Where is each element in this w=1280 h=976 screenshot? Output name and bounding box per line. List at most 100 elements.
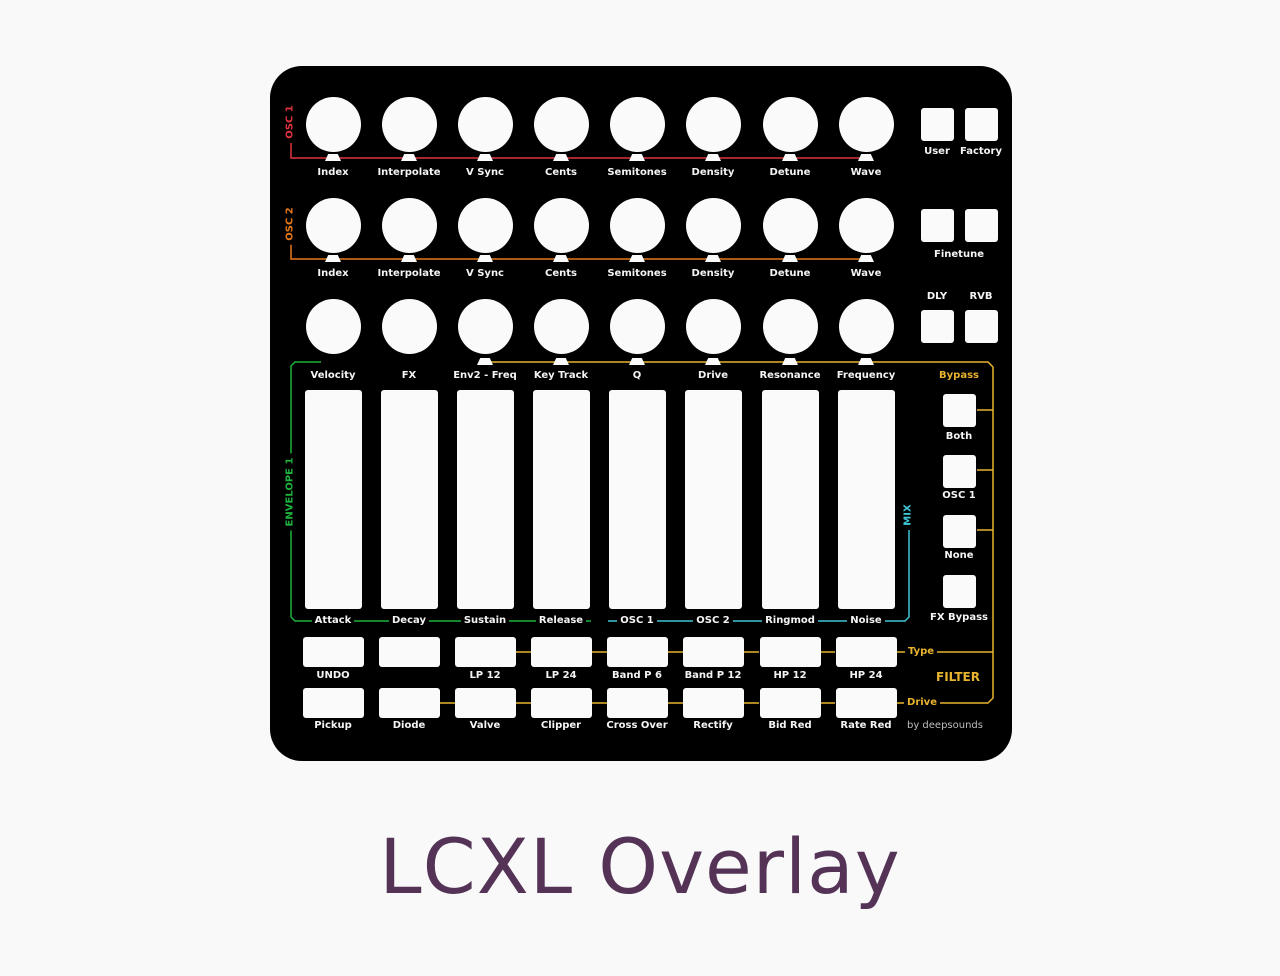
knob-row3-3[interactable] — [533, 298, 589, 354]
fader-1[interactable] — [380, 390, 438, 609]
fader-label-1-text: Decay — [389, 615, 429, 626]
knob-osc1-6[interactable] — [762, 96, 818, 152]
bypass-button-2[interactable] — [943, 515, 976, 548]
button-row2-0[interactable] — [302, 688, 364, 718]
osc1-group-label: OSC 1 — [284, 101, 297, 143]
button-row1-label-0-text: UNDO — [316, 670, 350, 681]
knob-osc1-5[interactable] — [685, 96, 741, 152]
button-row2-label-7-text: Rate Red — [840, 720, 892, 731]
knob-osc1-2[interactable] — [457, 96, 513, 152]
fader-label-2-text: Sustain — [460, 615, 510, 626]
side-button-rvb[interactable] — [964, 310, 998, 343]
knob-osc2-1[interactable] — [381, 197, 437, 253]
knob-label-row3-7: Frequency — [821, 370, 911, 382]
credit-text: by deepsounds — [900, 720, 990, 732]
fader-6[interactable] — [761, 390, 819, 609]
button-row1-6[interactable] — [759, 637, 821, 667]
bypass-button-1[interactable] — [943, 455, 976, 488]
fader-label-7: Noise — [821, 615, 911, 627]
knob-osc2-0[interactable] — [305, 197, 361, 253]
bypass-button-0[interactable] — [943, 394, 976, 427]
knob-label-osc1-5-text: Density — [691, 167, 735, 178]
button-row1-4[interactable] — [606, 637, 668, 667]
button-row2-4[interactable] — [606, 688, 668, 718]
knob-label-osc2-6-text: Detune — [769, 268, 811, 279]
knob-osc1-0[interactable] — [305, 96, 361, 152]
knob-row3-6[interactable] — [762, 298, 818, 354]
fader-7[interactable] — [837, 390, 895, 609]
knob-label-osc2-4-text: Semitones — [607, 268, 667, 279]
button-row2-1[interactable] — [378, 688, 440, 718]
button-row2-3[interactable] — [530, 688, 592, 718]
knob-label-osc1-3-text: Cents — [545, 167, 577, 178]
bypass-heading: Bypass — [914, 370, 1004, 382]
bypass-button-3[interactable] — [943, 575, 976, 608]
filter-drive-label: Drive — [877, 697, 967, 709]
knob-label-osc1-7-text: Wave — [850, 167, 882, 178]
fader-5[interactable] — [684, 390, 742, 609]
fader-4[interactable] — [608, 390, 666, 609]
knob-row3-2[interactable] — [457, 298, 513, 354]
button-row1-1[interactable] — [378, 637, 440, 667]
knob-osc2-6[interactable] — [762, 197, 818, 253]
knob-osc2-5[interactable] — [685, 197, 741, 253]
side-button-factory[interactable] — [964, 108, 998, 141]
side-label-finetune: Finetune — [914, 249, 1004, 261]
bypass-label-0-text: Both — [945, 431, 973, 442]
knob-osc1-3[interactable] — [533, 96, 589, 152]
filter-drive-label-text: Drive — [904, 697, 940, 708]
knob-osc2-4[interactable] — [609, 197, 665, 253]
knob-row3-0[interactable] — [305, 298, 361, 354]
filter-type-label: Type — [876, 646, 966, 658]
button-row1-0[interactable] — [302, 637, 364, 667]
button-row2-label-1-text: Diode — [392, 720, 426, 731]
button-row1-5[interactable] — [682, 637, 744, 667]
side-button-finetune-up[interactable] — [964, 209, 998, 242]
page-title: LCXL Overlay — [379, 822, 901, 911]
fader-2[interactable] — [456, 390, 514, 609]
filter-heading-text: FILTER — [936, 670, 980, 684]
knob-osc1-4[interactable] — [609, 96, 665, 152]
knob-label-osc1-6-text: Detune — [769, 167, 811, 178]
button-row1-2[interactable] — [454, 637, 516, 667]
fader-label-0-text: Attack — [311, 615, 355, 626]
button-row1-3[interactable] — [530, 637, 592, 667]
knob-osc2-3[interactable] — [533, 197, 589, 253]
knob-row3-4[interactable] — [609, 298, 665, 354]
button-row2-6[interactable] — [759, 688, 821, 718]
button-row2-label-3-text: Clipper — [540, 720, 582, 731]
bypass-label-3-text: FX Bypass — [930, 612, 988, 623]
knob-osc1-1[interactable] — [381, 96, 437, 152]
knob-osc1-7[interactable] — [838, 96, 894, 152]
fader-label-4-text: OSC 1 — [617, 615, 657, 626]
knob-label-row3-0-text: Velocity — [310, 370, 356, 381]
knob-label-osc1-4-text: Semitones — [607, 167, 667, 178]
knob-osc2-7[interactable] — [838, 197, 894, 253]
knob-osc2-2[interactable] — [457, 197, 513, 253]
knob-label-osc2-1-text: Interpolate — [377, 268, 441, 279]
knob-label-row3-6-text: Resonance — [759, 370, 821, 381]
button-row2-2[interactable] — [454, 688, 516, 718]
knob-row3-5[interactable] — [685, 298, 741, 354]
fader-label-3-text: Release — [535, 615, 587, 626]
fader-0[interactable] — [304, 390, 362, 609]
side-label-rvb-text: RVB — [969, 291, 993, 302]
knob-label-osc2-7: Wave — [821, 268, 911, 280]
side-button-dly[interactable] — [920, 310, 954, 343]
button-row2-label-0-text: Pickup — [314, 720, 352, 731]
bypass-label-2-text: None — [944, 550, 974, 561]
side-button-user[interactable] — [920, 108, 954, 141]
button-row2-5[interactable] — [682, 688, 744, 718]
side-label-rvb: RVB — [936, 291, 1026, 303]
button-row2-label-5-text: Rectify — [693, 720, 733, 731]
knob-row3-7[interactable] — [838, 298, 894, 354]
knob-label-osc2-5-text: Density — [691, 268, 735, 279]
knob-row3-1[interactable] — [381, 298, 437, 354]
bypass-label-2: None — [914, 550, 1004, 562]
button-row2-label-6-text: Bid Red — [768, 720, 812, 731]
bypass-label-1-text: OSC 1 — [942, 490, 976, 501]
button-row2-label-2-text: Valve — [469, 720, 501, 731]
fader-3[interactable] — [532, 390, 590, 609]
side-button-finetune-down[interactable] — [920, 209, 954, 242]
bypass-label-0: Both — [914, 431, 1004, 443]
